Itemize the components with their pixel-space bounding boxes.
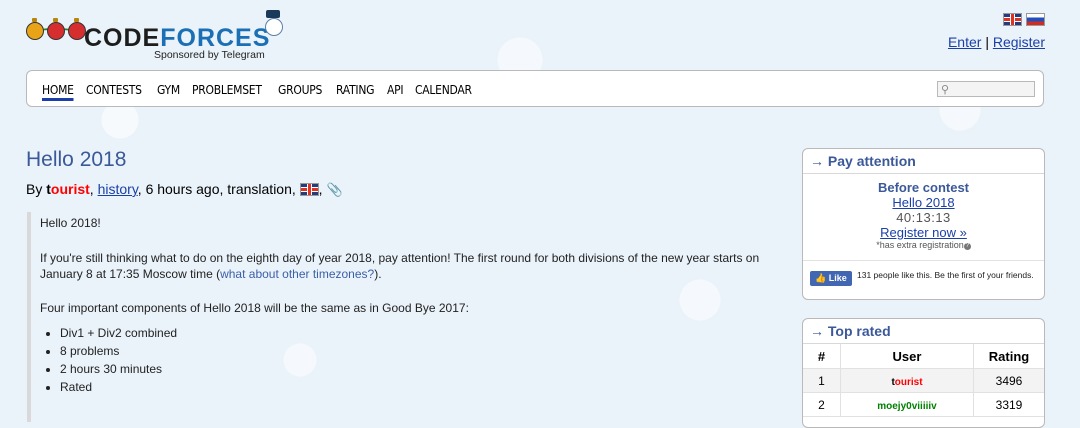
list-item: Rated xyxy=(60,378,177,396)
menu-item-gym[interactable]: GYM xyxy=(157,83,180,101)
rank-cell: 1 xyxy=(803,368,841,393)
pay-attention-box: → Pay attention Before contest Hello 201… xyxy=(802,148,1045,300)
facebook-like-button[interactable]: 👍 Like xyxy=(810,271,852,286)
timezones-link[interactable]: what about other timezones? xyxy=(220,267,374,281)
post-paragraph: Four important components of Hello 2018 … xyxy=(40,301,469,315)
list-item: 2 hours 30 minutes xyxy=(60,360,177,378)
post-paragraph: Hello 2018! xyxy=(40,216,101,230)
list-item: 8 problems xyxy=(60,342,177,360)
help-icon[interactable]: ? xyxy=(963,243,971,250)
facebook-like-text: 131 people like this. Be the first of yo… xyxy=(857,270,1034,280)
menu-items: HOME CONTESTS GYM PROBLEMSET GROUPS RATI… xyxy=(42,83,472,101)
post-paragraph: If you're still thinking what to do on t… xyxy=(40,251,760,281)
top-rated-table: # User Rating 1 tourist 3496 2 moejy0vii… xyxy=(803,344,1044,417)
components-list: Div1 + Div2 combined 8 problems 2 hours … xyxy=(40,324,177,396)
post-title[interactable]: Hello 2018 xyxy=(26,148,126,172)
contest-link[interactable]: Hello 2018 xyxy=(892,195,954,210)
register-now-link[interactable]: Register now » xyxy=(880,225,967,240)
sponsor-text: Sponsored by Telegram xyxy=(154,49,265,61)
column-header: # xyxy=(803,344,841,369)
top-rated-title: → Top rated xyxy=(803,319,1044,344)
menu-item-home[interactable]: HOME xyxy=(42,83,74,101)
post-time: 6 hours ago, translation, xyxy=(145,181,296,197)
search-icon: ⚲ xyxy=(941,84,950,96)
ornaments-icon xyxy=(26,18,86,40)
menu-item-contests[interactable]: CONTESTS xyxy=(86,83,142,101)
table-row: 1 tourist 3496 xyxy=(803,368,1044,393)
rating-cell: 3319 xyxy=(973,392,1044,417)
rank-cell: 2 xyxy=(803,392,841,417)
snowman-icon xyxy=(262,10,284,40)
table-row: 2 moejy0viiiiiv 3319 xyxy=(803,392,1044,417)
column-header: Rating xyxy=(973,344,1044,369)
post-content: Hello 2018! If you're still thinking wha… xyxy=(27,212,787,422)
ru-flag-icon[interactable] xyxy=(1026,13,1045,26)
paperclip-icon[interactable]: 📎 xyxy=(326,182,342,197)
main-menu: HOME CONTESTS GYM PROBLEMSET GROUPS RATI… xyxy=(26,70,1044,107)
auth-separator: | xyxy=(985,34,989,50)
menu-item-rating[interactable]: RATING xyxy=(336,83,375,101)
by-label: By xyxy=(26,181,43,197)
post-byline: By tourist, history, 6 hours ago, transl… xyxy=(26,181,343,197)
codeforces-logo[interactable]: CODEFORCES Sponsored by Telegram xyxy=(26,10,296,62)
countdown-timer: 40:13:13 xyxy=(896,210,951,225)
menu-item-calendar[interactable]: CALENDAR xyxy=(415,83,472,101)
register-link[interactable]: Register xyxy=(993,34,1045,50)
list-item: Div1 + Div2 combined xyxy=(60,324,177,342)
column-header: User xyxy=(840,344,974,369)
language-switcher xyxy=(1003,13,1045,26)
user-link[interactable]: tourist xyxy=(891,377,922,388)
rating-cell: 3496 xyxy=(973,368,1044,393)
uk-flag-icon xyxy=(299,183,319,196)
before-contest-label: Before contest xyxy=(877,180,970,195)
menu-item-problemset[interactable]: PROBLEMSET xyxy=(192,83,262,101)
uk-flag-icon[interactable] xyxy=(1003,13,1022,26)
menu-item-api[interactable]: API xyxy=(387,83,404,101)
auth-links: Enter | Register xyxy=(948,34,1045,50)
menu-item-groups[interactable]: GROUPS xyxy=(278,83,322,101)
author-link[interactable]: tourist xyxy=(46,181,90,197)
extra-registration-note: *has extra registration? xyxy=(876,240,971,250)
pay-attention-title: → Pay attention xyxy=(803,149,1044,174)
user-link[interactable]: moejy0viiiiiv xyxy=(877,401,936,412)
enter-link[interactable]: Enter xyxy=(948,34,981,50)
search-input[interactable]: ⚲ xyxy=(937,81,1035,97)
top-rated-box: → Top rated # User Rating 1 tourist 3496… xyxy=(802,318,1045,428)
history-link[interactable]: history xyxy=(98,181,138,197)
